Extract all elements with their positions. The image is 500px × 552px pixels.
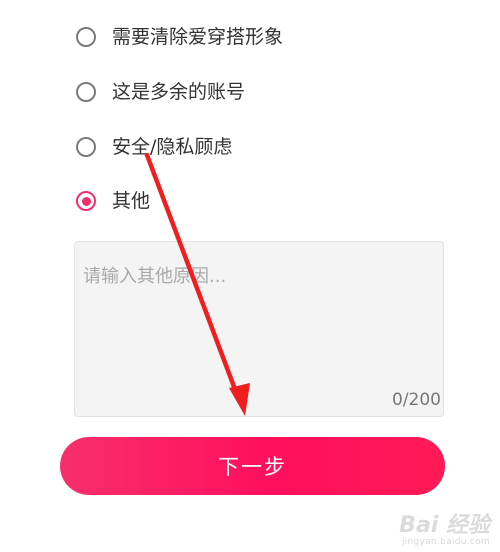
character-counter: 0/200	[392, 390, 441, 410]
option-label: 安全/隐私顾虑	[112, 136, 233, 158]
watermark-url: jingyan.baidu.com	[401, 537, 490, 548]
reason-option-extra-account[interactable]: 这是多余的账号	[76, 78, 245, 106]
reason-option-clear-image[interactable]: 需要清除爱穿搭形象	[76, 23, 283, 51]
radio-unchecked-icon[interactable]	[76, 82, 96, 102]
radio-unchecked-icon[interactable]	[76, 137, 96, 157]
reason-option-other[interactable]: 其他	[76, 187, 150, 215]
option-label: 需要清除爱穿搭形象	[112, 26, 284, 48]
radio-checked-icon[interactable]	[76, 191, 96, 211]
other-reason-box: 0/200	[74, 241, 444, 417]
other-reason-input[interactable]	[75, 242, 443, 416]
next-step-button[interactable]: 下一步	[60, 437, 445, 495]
radio-unchecked-icon[interactable]	[76, 27, 96, 47]
option-label: 这是多余的账号	[112, 81, 246, 103]
baidu-jingyan-watermark: Bai 经验 jingyan.baidu.com	[399, 512, 490, 548]
reason-option-privacy[interactable]: 安全/隐私顾虑	[76, 133, 232, 161]
watermark-logo: Bai 经验	[399, 512, 490, 538]
option-label: 其他	[112, 190, 151, 212]
